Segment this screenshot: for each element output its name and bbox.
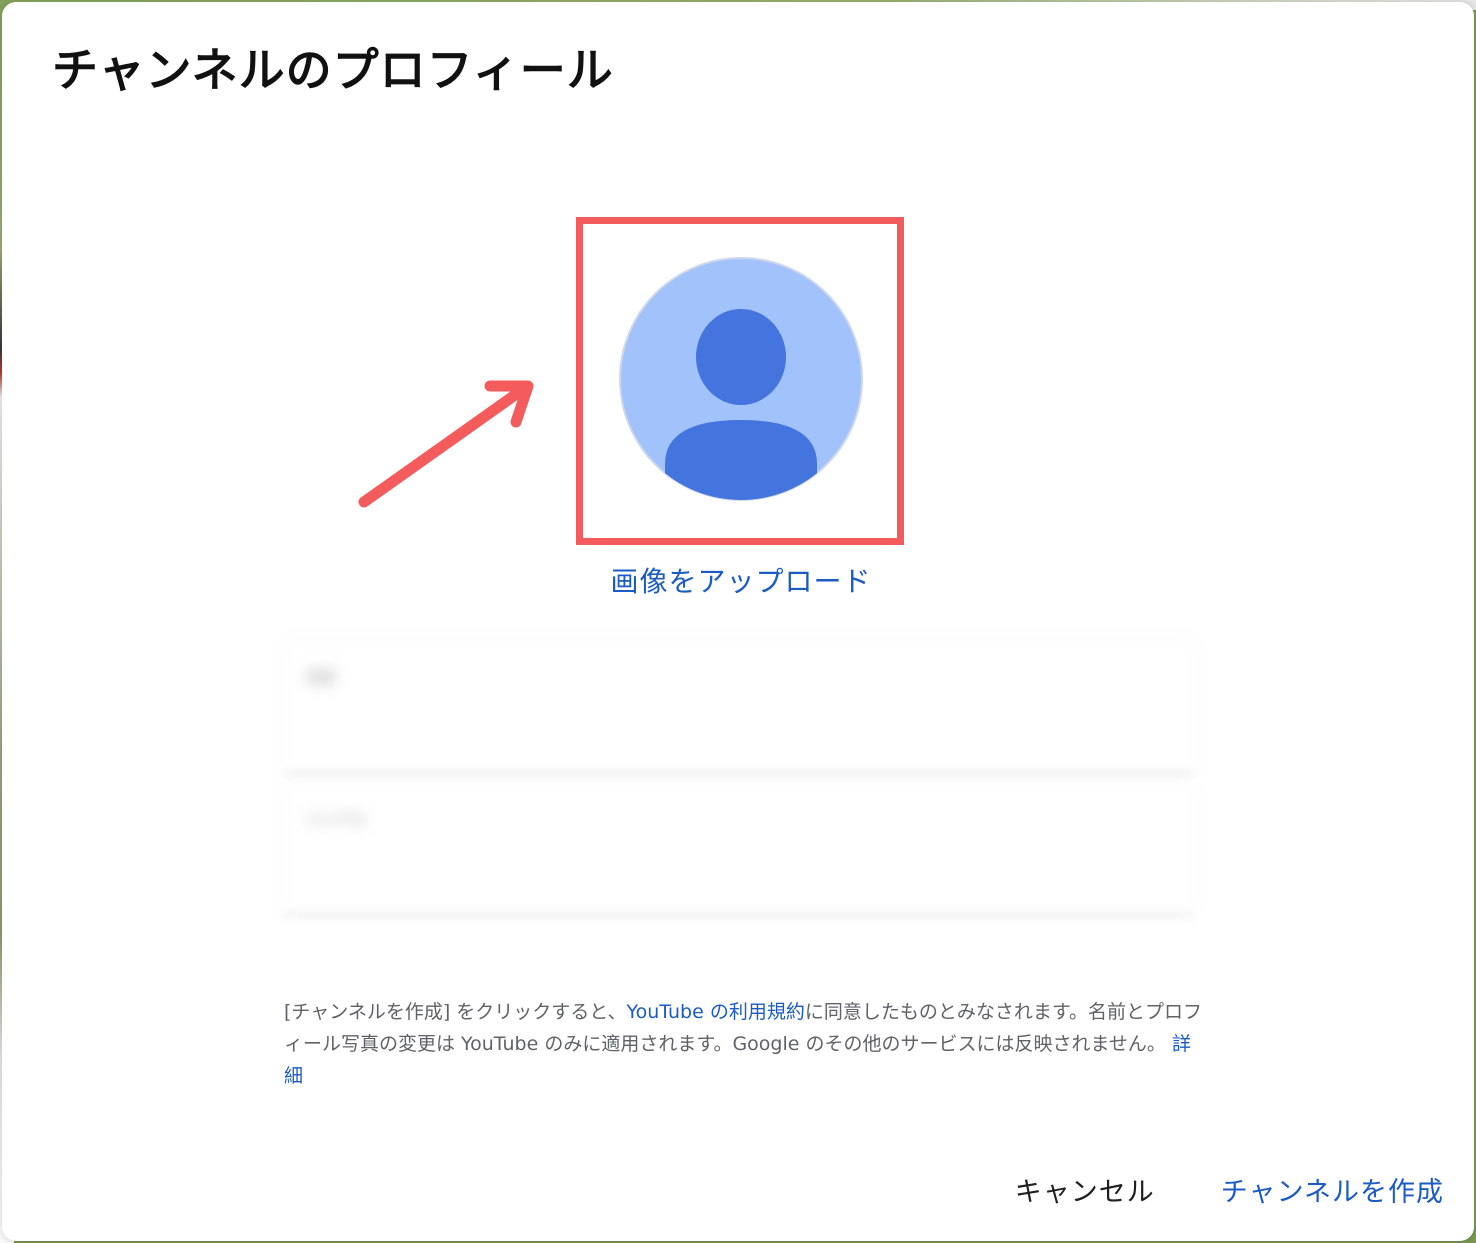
name-field[interactable]: 名前 [284, 642, 1194, 770]
field-divider [284, 772, 1194, 774]
terms-of-service-link[interactable]: YouTube の利用規約 [627, 1001, 805, 1023]
create-channel-button[interactable]: チャンネルを作成 [1221, 1170, 1444, 1209]
channel-profile-dialog: チャンネルのプロフィール 画像をアップロード 名前 ハンドル [チャンネルを作成… [2, 2, 1474, 1241]
dialog-actions: キャンセル チャンネルを作成 [1015, 1170, 1444, 1209]
notice-text-1: [チャンネルを作成] をクリックすると、 [284, 1001, 627, 1023]
handle-field[interactable]: ハンドル [284, 784, 1194, 912]
cancel-button[interactable]: キャンセル [1015, 1170, 1155, 1209]
terms-notice: [チャンネルを作成] をクリックすると、YouTube の利用規約に同意したもの… [284, 996, 1204, 1092]
upload-image-label: 画像をアップロード [610, 565, 872, 598]
default-avatar-icon[interactable] [618, 256, 864, 502]
annotation-arrow-icon [358, 380, 534, 508]
field-divider [284, 914, 1194, 916]
upload-image-link[interactable]: 画像をアップロード [2, 560, 1476, 600]
handle-field-label: ハンドル [306, 810, 367, 828]
dialog-title: チャンネルのプロフィール [52, 43, 614, 97]
name-field-label: 名前 [306, 668, 337, 686]
